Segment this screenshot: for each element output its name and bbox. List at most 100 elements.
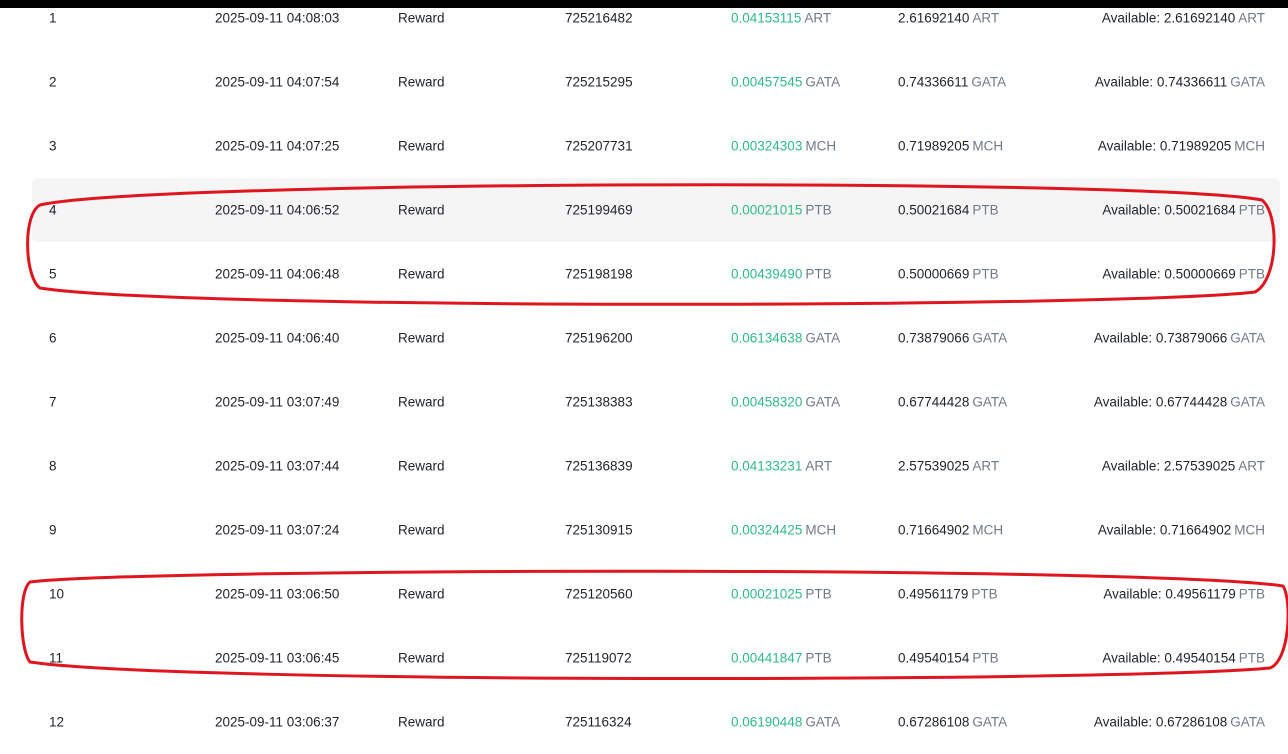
row-balance-value: 0.71664902 [898, 522, 970, 538]
row-balance-unit: GATA [972, 394, 1008, 410]
row-type: Reward [398, 714, 445, 730]
row-balance-unit: GATA [972, 330, 1008, 346]
row-index: 2 [49, 74, 57, 90]
row-available-unit: GATA [1230, 74, 1265, 90]
row-time: 2025-09-11 03:06:45 [215, 650, 340, 666]
row-amount-value: 0.00021015 [731, 202, 803, 218]
table-row[interactable]: 4 2025-09-11 04:06:52 Reward 725199469 0.000… [32, 178, 1280, 242]
table-row[interactable]: 9 2025-09-11 03:07:24 Reward 725130915 0.003… [32, 498, 1280, 562]
row-index: 8 [49, 458, 57, 474]
row-time: 2025-09-11 03:07:44 [215, 458, 340, 474]
row-index: 6 [49, 330, 57, 346]
table-row[interactable]: 12 2025-09-11 03:06:37 Reward 725116324 0.06… [32, 690, 1280, 754]
row-index: 4 [49, 202, 57, 218]
row-balance-value: 2.57539025 [898, 458, 970, 474]
row-available-value: Available: 2.61692140 [1101, 10, 1236, 26]
row-type: Reward [398, 138, 445, 154]
row-available: Available: 0.49540154 PTB [1102, 651, 1265, 666]
row-available-unit: PTB [1238, 586, 1265, 602]
row-index: 3 [49, 138, 57, 154]
row-time: 2025-09-11 03:07:24 [215, 522, 340, 538]
row-balance: 0.67286108 GATA [898, 715, 1007, 730]
row-amount-value: 0.00021025 [731, 586, 803, 602]
row-index: 5 [49, 266, 57, 282]
row-amount-value: 0.00324425 [731, 522, 803, 538]
table-row[interactable]: 10 2025-09-11 03:06:50 Reward 725120560 0.00… [32, 562, 1280, 626]
row-transaction-id: 725216482 [565, 10, 633, 26]
row-amount-value: 0.00457545 [731, 74, 803, 90]
row-balance-unit: MCH [972, 138, 1004, 154]
row-balance-value: 0.67286108 [898, 714, 970, 730]
row-balance-unit: ART [972, 10, 1000, 26]
row-amount-value: 0.00441847 [731, 650, 803, 666]
row-balance: 0.50000669 PTB [898, 267, 999, 282]
table-row[interactable]: 7 2025-09-11 03:07:49 Reward 725138383 0.004… [32, 370, 1280, 434]
row-available: Available: 0.50021684 PTB [1102, 203, 1265, 218]
row-balance: 0.49561179 PTB [898, 587, 998, 602]
row-time: 2025-09-11 04:08:03 [215, 10, 340, 26]
row-available: Available: 0.50000669 PTB [1102, 267, 1265, 282]
row-amount-value: 0.00439490 [731, 266, 803, 282]
row-amount-unit: PTB [805, 202, 832, 218]
row-balance: 2.57539025 ART [898, 459, 999, 474]
row-balance-unit: GATA [971, 74, 1007, 90]
row-transaction-id: 725136839 [565, 458, 633, 474]
row-balance-value: 2.61692140 [898, 10, 970, 26]
row-balance: 0.74336611 GATA [898, 75, 1006, 90]
row-time: 2025-09-11 04:06:48 [215, 266, 340, 282]
row-amount-unit: GATA [805, 394, 841, 410]
row-amount-value: 0.04133231 [731, 458, 803, 474]
row-available-unit: MCH [1234, 522, 1265, 538]
row-available-value: Available: 0.71989205 [1097, 138, 1232, 154]
row-type: Reward [398, 74, 445, 90]
row-amount: 0.00439490 PTB [731, 267, 832, 282]
row-balance-value: 0.73879066 [898, 330, 970, 346]
row-amount-value: 0.04153115 [731, 10, 802, 26]
row-transaction-id: 725215295 [565, 74, 633, 90]
row-available-unit: ART [1238, 10, 1265, 26]
row-amount-value: 0.06134638 [731, 330, 803, 346]
row-amount-unit: PTB [805, 586, 832, 602]
table-row[interactable]: 1 2025-09-11 04:08:03 Reward 725216482 0.041… [32, 0, 1280, 50]
row-available-value: Available: 0.73879066 [1093, 330, 1228, 346]
row-amount: 0.04133231 ART [731, 459, 832, 474]
row-amount: 0.00021025 PTB [731, 587, 832, 602]
row-amount: 0.00458320 GATA [731, 395, 840, 410]
row-balance-value: 0.49540154 [898, 650, 970, 666]
row-available: Available: 0.74336611 GATA [1095, 75, 1265, 90]
row-amount: 0.06134638 GATA [731, 331, 840, 346]
row-balance: 0.67744428 GATA [898, 395, 1007, 410]
table-row[interactable]: 3 2025-09-11 04:07:25 Reward 725207731 0.003… [32, 114, 1280, 178]
row-balance-value: 0.50021684 [898, 202, 970, 218]
row-amount-unit: GATA [805, 74, 841, 90]
table-row[interactable]: 6 2025-09-11 04:06:40 Reward 725196200 0.061… [32, 306, 1280, 370]
row-balance-value: 0.50000669 [898, 266, 970, 282]
row-amount-unit: MCH [805, 522, 837, 538]
row-available: Available: 0.71989205 MCH [1098, 139, 1265, 154]
row-balance-value: 0.74336611 [898, 74, 969, 90]
row-available-value: Available: 0.71664902 [1097, 522, 1232, 538]
row-amount-unit: PTB [805, 266, 832, 282]
row-type: Reward [398, 586, 445, 602]
table-row[interactable]: 5 2025-09-11 04:06:48 Reward 725198198 0.004… [32, 242, 1280, 306]
row-transaction-id: 725196200 [565, 330, 633, 346]
row-available-value: Available: 0.67744428 [1093, 394, 1228, 410]
row-balance-value: 0.71989205 [898, 138, 970, 154]
row-balance-unit: PTB [972, 266, 999, 282]
row-transaction-id: 725119072 [565, 650, 632, 666]
row-available-value: Available: 0.49540154 [1102, 650, 1236, 666]
table-row[interactable]: 8 2025-09-11 03:07:44 Reward 725136839 0.041… [32, 434, 1280, 498]
table-row[interactable]: 2 2025-09-11 04:07:54 Reward 725215295 0.004… [32, 50, 1280, 114]
row-index: 7 [49, 394, 57, 410]
table-row[interactable]: 11 2025-09-11 03:06:45 Reward 725119072 0.00… [32, 626, 1280, 690]
row-balance-unit: PTB [972, 202, 999, 218]
row-type: Reward [398, 10, 445, 26]
row-amount-unit: GATA [805, 330, 841, 346]
row-time: 2025-09-11 04:07:25 [215, 138, 340, 154]
row-time: 2025-09-11 04:07:54 [215, 74, 340, 90]
row-amount: 0.00324303 MCH [731, 139, 836, 154]
row-type: Reward [398, 650, 445, 666]
row-transaction-id: 725207731 [565, 138, 633, 154]
row-time: 2025-09-11 03:07:49 [215, 394, 340, 410]
row-index: 12 [49, 714, 65, 730]
